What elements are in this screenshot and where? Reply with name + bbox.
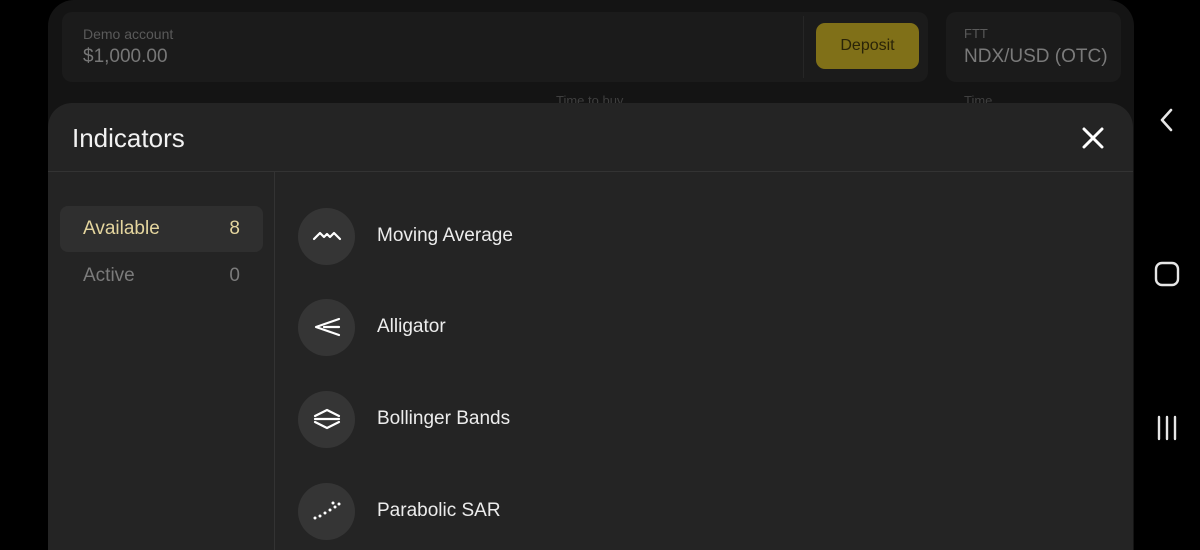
indicator-label: Bollinger Bands — [377, 408, 511, 429]
close-icon — [1082, 127, 1104, 149]
modal-title: Indicators — [72, 123, 185, 153]
account-balance: $1,000.00 — [83, 46, 168, 67]
indicator-label: Moving Average — [377, 225, 513, 246]
back-icon — [1160, 108, 1173, 132]
indicator-item-parabolic-sar[interactable]: Parabolic SAR — [298, 482, 1098, 540]
asset-type: FTT — [964, 26, 988, 41]
indicator-item-bollinger-bands[interactable]: Bollinger Bands — [298, 390, 1098, 448]
tab-available-label: Available — [83, 218, 160, 239]
system-recents-button[interactable] — [1140, 408, 1194, 448]
deposit-button[interactable]: Deposit — [816, 23, 919, 69]
home-icon — [1154, 261, 1180, 287]
system-home-button[interactable] — [1140, 254, 1194, 294]
system-back-button[interactable] — [1140, 100, 1194, 140]
account-card[interactable] — [62, 12, 928, 82]
recents-icon — [1157, 415, 1177, 441]
indicator-item-alligator[interactable]: Alligator — [298, 298, 1098, 356]
asset-name: NDX/USD (OTC) — [964, 46, 1108, 67]
tab-available[interactable]: Available 8 — [60, 206, 263, 252]
parabolic-sar-icon — [298, 482, 355, 540]
moving-average-icon — [298, 207, 355, 265]
indicator-item-moving-average[interactable]: Moving Average — [298, 207, 1098, 265]
account-label: Demo account — [83, 26, 174, 42]
tab-active-label: Active — [83, 265, 135, 286]
sidebar-divider — [274, 172, 275, 550]
close-button[interactable] — [1076, 121, 1110, 155]
alligator-icon — [298, 298, 355, 356]
modal-header-divider — [48, 171, 1133, 172]
bollinger-bands-icon — [298, 390, 355, 448]
indicator-label: Parabolic SAR — [377, 500, 501, 521]
tab-available-count: 8 — [229, 218, 240, 239]
account-divider — [803, 16, 804, 78]
indicator-label: Alligator — [377, 316, 446, 337]
tab-active-count: 0 — [229, 265, 240, 286]
tab-active[interactable]: Active 0 — [60, 253, 263, 299]
